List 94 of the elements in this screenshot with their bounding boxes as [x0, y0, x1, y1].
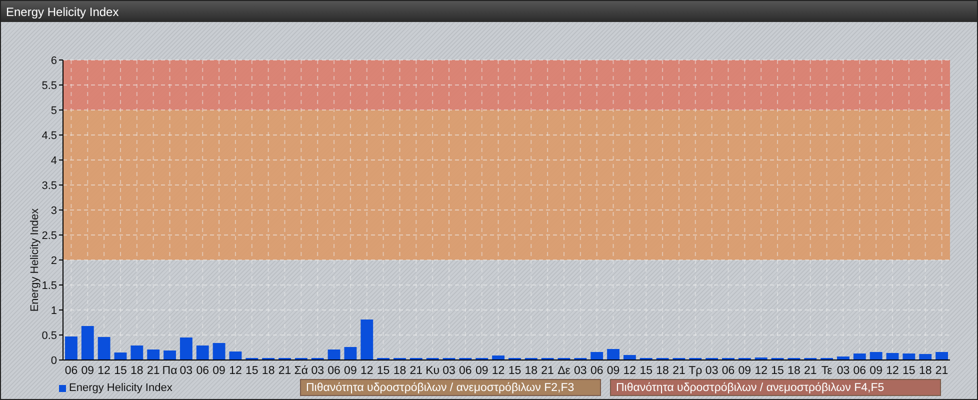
bar [344, 347, 357, 360]
x-tick-label: 12 [360, 365, 374, 377]
bar [936, 352, 948, 360]
x-tick-label: 09 [606, 365, 620, 377]
x-tick-label: 15 [771, 365, 784, 377]
x-tick-label: 21 [146, 365, 160, 377]
bar [65, 336, 78, 360]
bar [886, 353, 899, 360]
window-title: Energy Helicity Index [6, 4, 119, 18]
x-tick-label: 06 [64, 365, 78, 377]
x-tick-label: 03 [442, 365, 456, 377]
x-tick-label: 21 [804, 365, 817, 377]
x-tick-label: Δε [558, 365, 570, 377]
x-tick-label: 21 [672, 365, 686, 377]
x-tick-label: 21 [935, 365, 948, 377]
x-tick-label: 12 [492, 365, 505, 377]
y-tick-label: 6 [50, 55, 57, 67]
bar [164, 350, 176, 360]
band-legend: Πιθανότητα υδροστρόβιλων / ανεμοστρόβιλων F4,F5 [610, 379, 941, 396]
x-tick-label: Κυ [426, 365, 440, 377]
x-tick-label: 21 [541, 365, 554, 377]
bar [196, 346, 209, 360]
y-axis-title: Energy Helicity Index [29, 208, 41, 312]
bar [492, 356, 504, 360]
x-tick-label: 03 [836, 365, 850, 377]
x-tick-label: 03 [574, 365, 587, 377]
x-tick-label: 18 [393, 365, 406, 377]
x-tick-label: 21 [278, 365, 292, 377]
x-tick-label: 12 [98, 365, 110, 377]
x-tick-label: 12 [623, 365, 636, 377]
x-tick-label: Σά [294, 365, 308, 377]
bar [754, 358, 768, 360]
x-tick-label: 09 [212, 365, 226, 377]
bar [919, 354, 932, 360]
y-tick-label: 0 [50, 355, 57, 367]
x-tick-label: 06 [459, 365, 472, 377]
x-tick-label: 03 [705, 365, 718, 377]
x-tick-label: 09 [738, 365, 752, 377]
bar [870, 352, 882, 360]
bar [623, 355, 636, 360]
y-tick-label: 4 [50, 155, 57, 167]
x-tick-label: 03 [180, 365, 193, 377]
bar [147, 350, 160, 360]
x-tick-label: 06 [853, 365, 866, 377]
x-tick-label: 18 [918, 365, 932, 377]
bar [837, 356, 850, 360]
x-tick-label: 15 [508, 365, 522, 377]
x-tick-label: 15 [114, 365, 127, 377]
x-tick-label: 06 [328, 365, 340, 377]
bar [607, 349, 620, 360]
bar [328, 350, 340, 360]
x-tick-label: 18 [788, 365, 800, 377]
band-legend: Πιθανότητα υδροστρόβιλων / ανεμοστρόβιλων F2,F3 [300, 379, 601, 396]
y-tick-label: 4.5 [42, 130, 57, 142]
x-tick-label: 21 [410, 365, 423, 377]
x-tick-label: Πα [162, 365, 178, 377]
y-tick-label: 2 [50, 255, 57, 267]
x-tick-label: Τε [821, 365, 832, 377]
x-tick-label: 06 [590, 365, 604, 377]
y-tick-label: 0.5 [42, 330, 57, 342]
x-tick-label: 12 [886, 365, 899, 377]
y-tick-label: 3.5 [42, 180, 57, 192]
bar [98, 337, 110, 360]
x-tick-label: 06 [196, 365, 210, 377]
x-tick-label: 09 [81, 365, 94, 377]
bar [81, 326, 94, 360]
x-tick-label: 18 [656, 365, 669, 377]
x-tick-label: 18 [130, 365, 144, 377]
x-tick-label: 09 [344, 365, 357, 377]
x-tick-label: 12 [229, 365, 242, 377]
x-tick-label: 09 [870, 365, 882, 377]
x-tick-label: 18 [524, 365, 538, 377]
x-tick-label: 15 [640, 365, 653, 377]
x-tick-label: 06 [722, 365, 735, 377]
x-tick-label: 15 [246, 365, 258, 377]
x-tick-label: 15 [376, 365, 390, 377]
y-tick-label: 3 [50, 205, 57, 217]
x-tick-label: Τρ [688, 365, 702, 377]
legend-label: Energy Helicity Index [69, 382, 172, 394]
x-tick-label: 09 [475, 365, 488, 377]
x-tick-label: 12 [754, 365, 768, 377]
x-tick-label: 03 [311, 365, 324, 377]
bar [130, 346, 144, 360]
y-tick-label: 1 [50, 305, 57, 317]
bar [212, 343, 226, 360]
y-tick-label: 5 [50, 105, 57, 117]
y-tick-label: 5.5 [42, 80, 57, 92]
y-tick-label: 2.5 [42, 230, 57, 242]
y-tick-label: 1.5 [42, 280, 57, 292]
x-tick-label: 15 [902, 365, 916, 377]
bar [180, 338, 192, 360]
x-tick-label: 18 [262, 365, 275, 377]
bar [360, 320, 374, 360]
bar [590, 352, 604, 360]
